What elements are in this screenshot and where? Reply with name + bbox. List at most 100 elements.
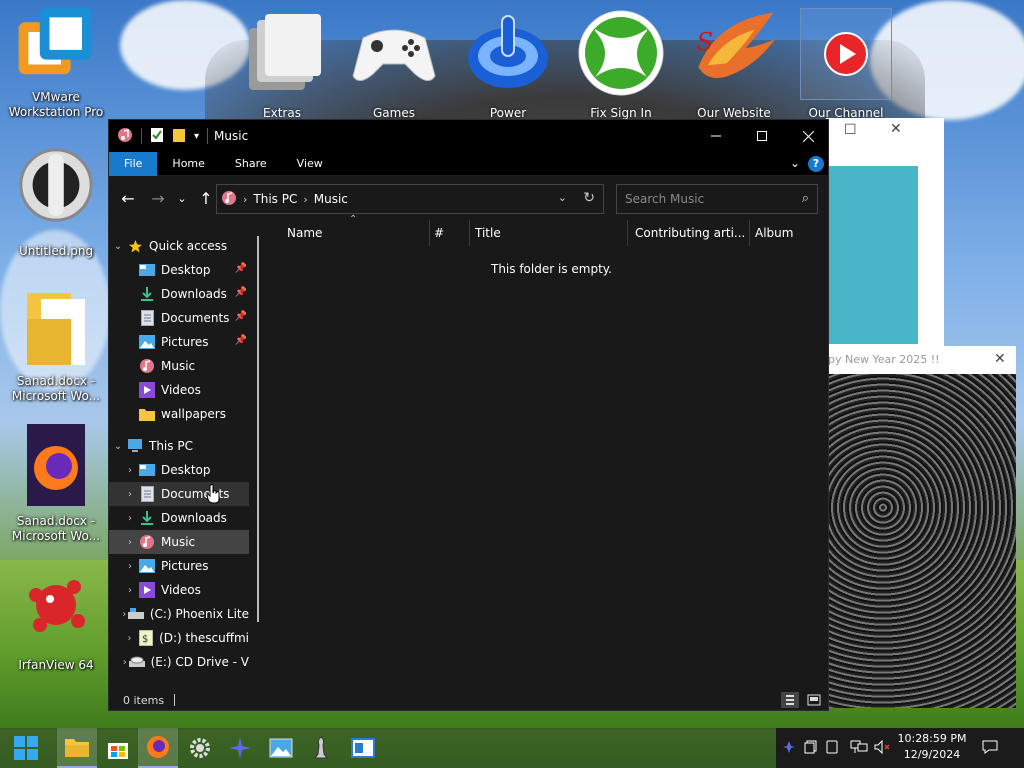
file-list-pane[interactable]: ⌃ Name # Title Contributing arti... Albu…: [269, 214, 828, 690]
column-header-title[interactable]: Title: [467, 220, 627, 246]
details-view-button[interactable]: [781, 692, 799, 708]
up-arrow-icon[interactable]: ↑: [194, 189, 218, 208]
taskbar-file-explorer[interactable]: [57, 728, 97, 768]
collapsed-chevron-icon[interactable]: ›: [121, 609, 128, 620]
breadcrumb-separator-icon[interactable]: ›: [303, 193, 307, 206]
close-icon[interactable]: ✕: [994, 351, 1006, 367]
nav-pc-pictures[interactable]: › Pictures: [109, 554, 249, 578]
tab-home[interactable]: Home: [157, 152, 219, 176]
taskbar-store[interactable]: [98, 728, 138, 768]
tray-app-icon[interactable]: [782, 740, 796, 757]
pin-icon[interactable]: 📌: [235, 263, 247, 274]
desktop-icon-untitled-png[interactable]: Untitled.png: [6, 146, 106, 259]
quick-access-toolbar-dropdown-icon[interactable]: ▾: [194, 131, 199, 142]
nav-quick-documents[interactable]: Documents 📌: [109, 306, 249, 330]
large-icons-view-button[interactable]: [805, 692, 823, 708]
column-header-album[interactable]: Album: [747, 220, 821, 246]
breadcrumb-separator-icon[interactable]: ›: [243, 193, 247, 206]
desktop-icon-our-website[interactable]: S Our Website: [684, 8, 784, 120]
recent-locations-chevron-icon[interactable]: ⌄: [170, 192, 194, 205]
collapsed-chevron-icon[interactable]: ›: [121, 561, 139, 572]
collapsed-chevron-icon[interactable]: ›: [121, 657, 129, 668]
desktop-icon-fix-sign-in[interactable]: Fix Sign In: [571, 8, 671, 120]
title-bar[interactable]: ▾ Music: [109, 120, 828, 152]
collapsed-chevron-icon[interactable]: ›: [121, 513, 139, 524]
nav-quick-desktop[interactable]: Desktop 📌: [109, 258, 249, 282]
column-header-name[interactable]: Name: [279, 220, 429, 246]
nav-pc-desktop[interactable]: › Desktop: [109, 458, 249, 482]
address-bar[interactable]: › This PC › Music ⌄ ↻: [216, 184, 604, 214]
breadcrumb-this-pc[interactable]: This PC: [253, 192, 297, 206]
nav-pc-downloads[interactable]: › Downloads: [109, 506, 249, 530]
address-dropdown-icon[interactable]: ⌄: [558, 191, 567, 204]
nav-this-pc[interactable]: ⌄ This PC: [109, 434, 249, 458]
close-icon[interactable]: ✕: [890, 121, 902, 137]
nav-quick-downloads[interactable]: Downloads 📌: [109, 282, 249, 306]
taskbar-app-star[interactable]: [220, 728, 260, 768]
collapsed-chevron-icon[interactable]: ›: [121, 633, 138, 644]
taskbar-app-window[interactable]: [343, 728, 383, 768]
nav-pc-documents[interactable]: › Documents: [109, 482, 249, 506]
forward-arrow-icon[interactable]: →: [146, 189, 170, 208]
collapsed-chevron-icon[interactable]: ›: [121, 465, 139, 476]
pin-icon[interactable]: 📌: [235, 287, 247, 298]
nav-pc-drive-e[interactable]: › (E:) CD Drive - V: [109, 650, 249, 674]
taskbar-clock[interactable]: 10:28:59 PM 12/9/2024: [892, 731, 972, 763]
search-input[interactable]: [625, 192, 795, 206]
desktop-icon-extras[interactable]: Extras: [232, 8, 332, 120]
search-box[interactable]: ⌕: [616, 184, 818, 214]
network-icon[interactable]: [850, 740, 868, 757]
taskbar-settings[interactable]: [180, 728, 220, 768]
start-button[interactable]: [6, 728, 46, 768]
desktop-icon-irfanview[interactable]: IrfanView 64: [6, 566, 106, 673]
notifications-icon[interactable]: [982, 740, 998, 757]
collapsed-chevron-icon[interactable]: ›: [121, 489, 139, 500]
desktop-icon-sanad-docx-firefox[interactable]: Sanad.docx - Microsoft Wo...: [6, 424, 106, 544]
nav-quick-pictures[interactable]: Pictures 📌: [109, 330, 249, 354]
close-button[interactable]: [785, 120, 831, 152]
new-folder-icon[interactable]: [172, 127, 186, 146]
navigation-pane[interactable]: ⌄ Quick access Desktop 📌 Downloads 📌 Doc…: [109, 220, 267, 690]
maximize-icon[interactable]: ☐: [844, 122, 857, 138]
nav-quick-videos[interactable]: Videos: [109, 378, 249, 402]
nav-pc-drive-c[interactable]: › (C:) Phoenix Lite: [109, 602, 249, 626]
desktop-icon-our-channel[interactable]: Our Channel: [796, 8, 896, 120]
back-arrow-icon[interactable]: ←: [116, 189, 140, 208]
nav-quick-music[interactable]: Music: [109, 354, 249, 378]
taskbar-firefox[interactable]: [138, 728, 178, 768]
tab-file[interactable]: File: [109, 151, 158, 176]
collapsed-chevron-icon[interactable]: ›: [121, 585, 139, 596]
expanded-chevron-icon[interactable]: ⌄: [109, 241, 127, 252]
nav-quick-access[interactable]: ⌄ Quick access: [109, 234, 249, 258]
nav-pc-videos[interactable]: › Videos: [109, 578, 249, 602]
desktop-icon-games[interactable]: Games: [344, 8, 444, 120]
refresh-icon[interactable]: ↻: [583, 190, 595, 206]
tray-copy-icon[interactable]: [804, 740, 818, 757]
expanded-chevron-icon[interactable]: ⌄: [109, 441, 127, 452]
file-explorer-window[interactable]: ▾ Music File Home Share View ⌄ ? ← → ⌄ ↑…: [108, 119, 829, 711]
column-header-number[interactable]: #: [426, 220, 466, 246]
volume-muted-icon[interactable]: [874, 739, 892, 757]
tab-view[interactable]: View: [282, 152, 338, 176]
expand-ribbon-chevron-icon[interactable]: ⌄: [790, 156, 800, 170]
nav-pane-scrollbar[interactable]: [257, 236, 259, 622]
desktop-icon-sanad-docx[interactable]: Sanad.docx - Microsoft Wo...: [6, 290, 106, 404]
properties-icon[interactable]: [150, 127, 164, 146]
help-icon[interactable]: ?: [808, 156, 824, 172]
maximize-button[interactable]: [739, 120, 785, 152]
taskbar-photos[interactable]: [261, 728, 301, 768]
pin-icon[interactable]: 📌: [235, 335, 247, 346]
breadcrumb-music[interactable]: Music: [314, 192, 348, 206]
nav-quick-wallpapers[interactable]: wallpapers: [109, 402, 249, 426]
background-image-window[interactable]: py New Year 2025 !! ✕: [826, 346, 1016, 708]
tab-share[interactable]: Share: [220, 152, 282, 176]
pin-icon[interactable]: 📌: [235, 311, 247, 322]
search-icon[interactable]: ⌕: [802, 191, 809, 206]
tray-tablet-icon[interactable]: [826, 740, 838, 757]
background-window[interactable]: ☐ ✕: [826, 118, 944, 346]
nav-pc-drive-d[interactable]: › $ (D:) thescuffmi: [109, 626, 249, 650]
minimize-button[interactable]: [693, 120, 739, 152]
column-header-contributing-artists[interactable]: Contributing arti...: [627, 220, 749, 246]
nav-pc-music[interactable]: › Music: [109, 530, 249, 554]
taskbar-chess[interactable]: [301, 728, 341, 768]
